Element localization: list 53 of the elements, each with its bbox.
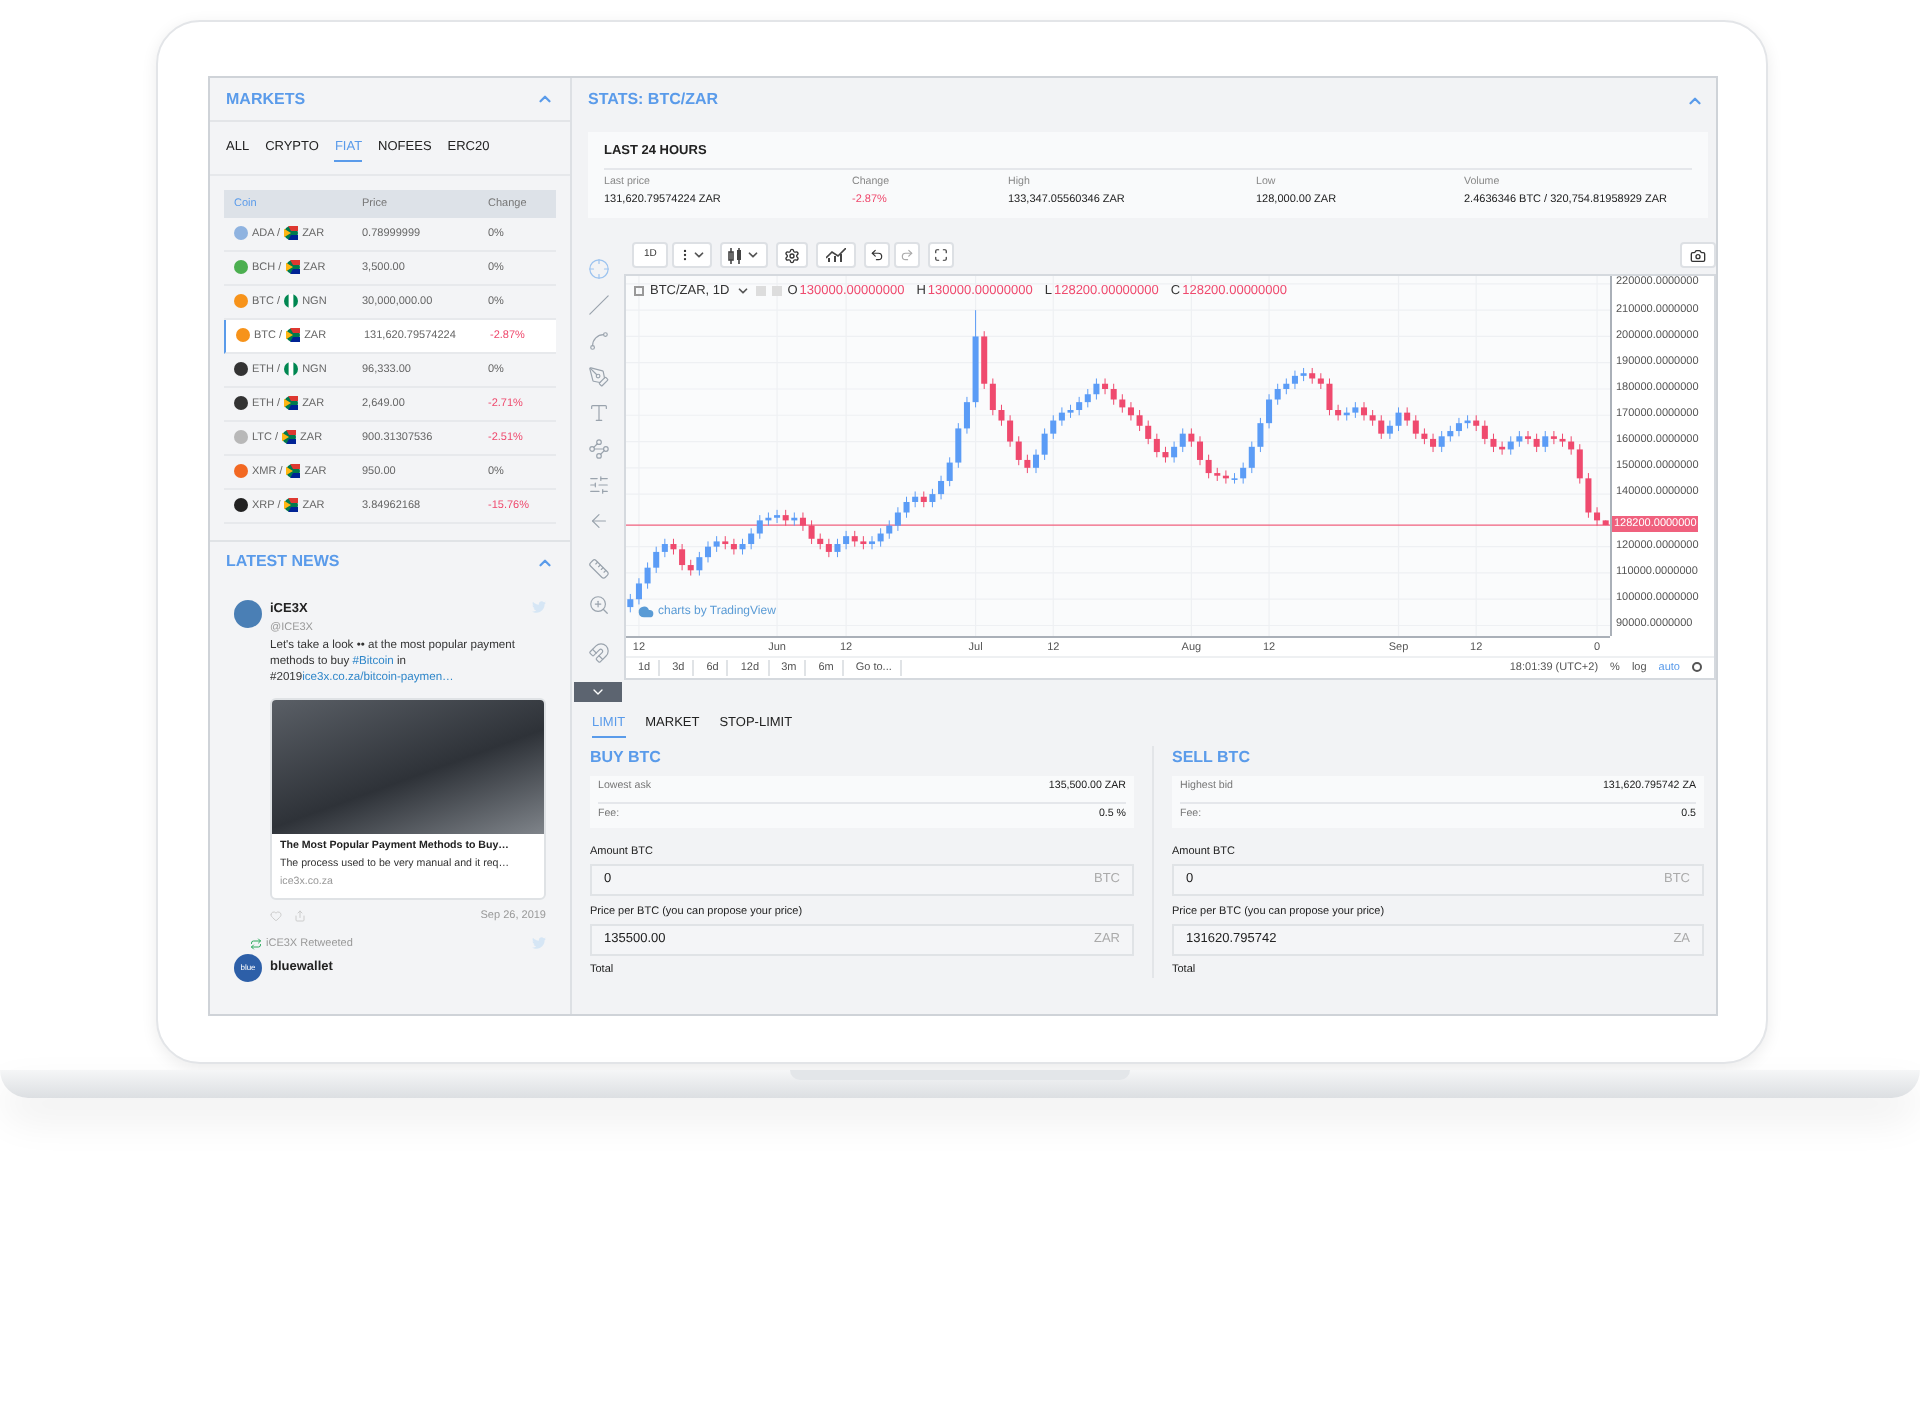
crosshair-icon[interactable] [587,257,609,280]
undo-button[interactable] [864,242,891,269]
fullscreen-button[interactable] [928,242,955,269]
settings-icon [784,247,801,264]
bird-icon [532,936,546,951]
redo-icon [900,248,915,263]
south-africa-flag-icon [285,260,300,275]
nigeria-flag-icon [284,294,299,309]
arrow-left-icon[interactable] [587,509,609,532]
indicators-icon [826,248,847,263]
chart-type-button[interactable] [720,242,769,269]
bird-icon [532,599,546,614]
snapshot-button[interactable] [1680,242,1716,269]
collapse-icon[interactable] [536,90,554,108]
caret-icon [735,284,750,299]
chart-settings-icon[interactable] [1692,662,1702,673]
fullscreen-icon [934,248,949,263]
caret-icon [746,248,761,263]
south-africa-flag-icon [282,430,297,445]
order-panel-title: BUY BTC [590,745,663,770]
south-africa-flag-icon [284,226,299,241]
south-africa-flag-icon [284,498,299,513]
panel-title: STATS: BTC/ZAR [588,88,719,112]
cloud-icon [638,604,654,621]
magnet-icon[interactable] [587,641,609,664]
south-africa-flag-icon [284,396,299,411]
trend-line-icon[interactable] [587,293,609,316]
caret-icon [692,248,707,263]
nigeria-flag-icon [284,362,299,377]
camera-icon [1690,247,1706,264]
south-africa-flag-icon [286,464,301,479]
measure-icon[interactable] [587,557,609,580]
retweet-icon [250,937,262,950]
candle-icon [728,247,743,264]
curve-tool-icon[interactable] [587,329,609,352]
text-tool-icon[interactable] [587,401,609,424]
settings-button[interactable] [776,242,809,269]
sliders-icon[interactable] [587,473,609,496]
heart-icon[interactable] [270,909,282,922]
order-panel-title: SELL BTC [1172,745,1252,770]
share-icon[interactable] [294,909,306,922]
zoom-in-icon[interactable] [587,593,609,616]
collapse-toolbar-button[interactable] [574,681,622,702]
indicators-button[interactable] [816,242,857,269]
more-button[interactable] [672,242,713,269]
panel-title: MARKETS [226,87,306,111]
pattern-icon[interactable] [587,437,609,460]
collapse-legend-icon[interactable] [634,286,644,297]
south-africa-flag-icon [286,328,301,343]
pen-icon[interactable] [587,365,609,388]
panel-title: LATEST NEWS [226,550,340,575]
avatar-placeholder [234,599,262,628]
undo-icon [870,248,885,263]
